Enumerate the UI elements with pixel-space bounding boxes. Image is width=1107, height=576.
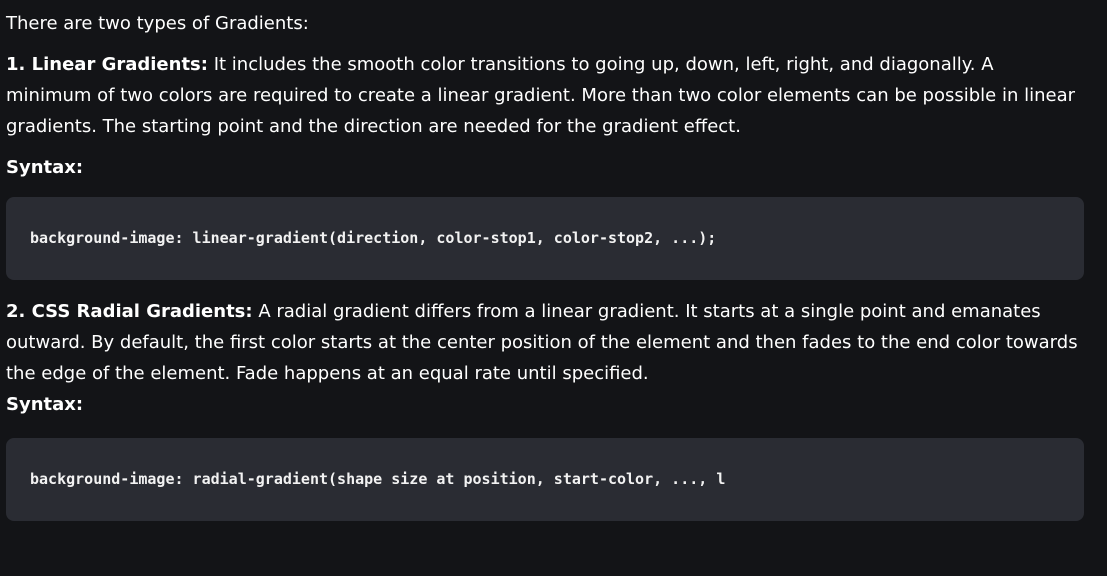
syntax-label-radial: Syntax: <box>6 389 1084 420</box>
linear-gradient-heading: 1. Linear Gradients: <box>6 54 208 75</box>
code-block-radial: background-image: radial-gradient(shape … <box>6 438 1084 521</box>
code-linear-gradient: background-image: linear-gradient(direct… <box>30 229 717 247</box>
linear-gradient-paragraph: 1. Linear Gradients: It includes the smo… <box>6 49 1084 142</box>
syntax-label-linear-text: Syntax: <box>6 157 84 178</box>
code-radial-gradient: background-image: radial-gradient(shape … <box>30 470 726 488</box>
intro-paragraph: There are two types of Gradients: <box>6 13 309 34</box>
article-content: There are two types of Gradients: 1. Lin… <box>6 8 1084 521</box>
syntax-label-radial-text: Syntax: <box>6 394 84 415</box>
code-block-linear: background-image: linear-gradient(direct… <box>6 197 1084 280</box>
syntax-label-linear: Syntax: <box>6 152 1084 183</box>
radial-gradient-heading: 2. CSS Radial Gradients: <box>6 301 253 322</box>
radial-gradient-paragraph: 2. CSS Radial Gradients: A radial gradie… <box>6 296 1084 389</box>
